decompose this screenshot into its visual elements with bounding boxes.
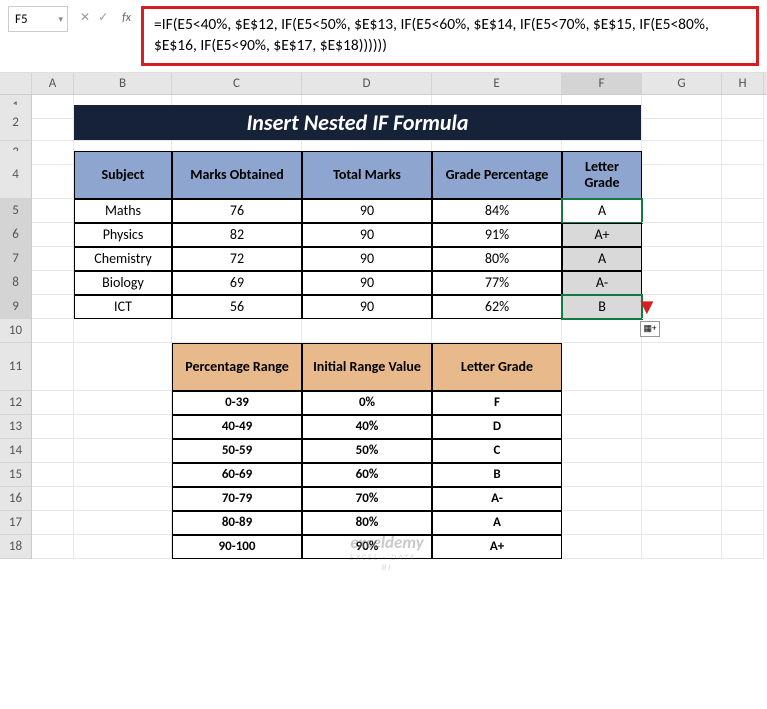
cell-total[interactable]: 90 [302, 295, 432, 319]
lookup-initial[interactable]: 70% [302, 487, 432, 511]
col-header[interactable]: F [562, 73, 642, 94]
lookup-initial[interactable]: 60% [302, 463, 432, 487]
row-header[interactable]: 5 [0, 199, 32, 223]
cancel-formula-icon: ✕ [80, 10, 90, 25]
row-header[interactable]: 2 [0, 105, 32, 141]
cell-letter[interactable]: A+ [562, 223, 642, 247]
row-header[interactable]: 12 [0, 391, 32, 415]
col-header[interactable]: G [642, 73, 722, 94]
lookup-hdr-initial: Initial Range Value [302, 343, 432, 391]
col-header[interactable]: A [32, 73, 74, 94]
lookup-letter[interactable]: C [432, 439, 562, 463]
row-header[interactable]: 14 [0, 439, 32, 463]
cell-letter[interactable]: A- [562, 271, 642, 295]
header-total: Total Marks [302, 151, 432, 199]
lookup-letter[interactable]: B [432, 463, 562, 487]
lookup-initial[interactable]: 80% [302, 511, 432, 535]
col-header[interactable]: H [722, 73, 764, 94]
title-cell: Insert Nested IF Formula [74, 105, 642, 141]
cell-pct[interactable]: 77% [432, 271, 562, 295]
lookup-range[interactable]: 80-89 [172, 511, 302, 535]
cell-total[interactable]: 90 [302, 199, 432, 223]
cell-pct[interactable]: 62% [432, 295, 562, 319]
row-header[interactable]: 13 [0, 415, 32, 439]
col-header[interactable]: E [432, 73, 562, 94]
row-header[interactable]: 15 [0, 463, 32, 487]
autofill-options-button[interactable]: ▦+ [640, 321, 660, 337]
cell-subject[interactable]: Biology [74, 271, 172, 295]
row-header[interactable]: 7 [0, 247, 32, 271]
cell-marks[interactable]: 72 [172, 247, 302, 271]
cell-letter[interactable]: B [562, 295, 642, 319]
header-subject: Subject [74, 151, 172, 199]
select-all-corner[interactable] [0, 73, 32, 94]
formula-bar[interactable]: =IF(E5<40%, $E$12, IF(E5<50%, $E$13, IF(… [141, 6, 759, 66]
lookup-initial[interactable]: 0% [302, 391, 432, 415]
header-letter: Letter Grade [562, 151, 642, 199]
row-header[interactable]: 10 [0, 319, 32, 343]
cell-subject[interactable]: ICT [74, 295, 172, 319]
fx-icon[interactable]: fx [122, 11, 131, 25]
row-header[interactable]: 11 [0, 343, 32, 391]
col-header[interactable]: B [74, 73, 172, 94]
cell-total[interactable]: 90 [302, 223, 432, 247]
col-header[interactable]: D [302, 73, 432, 94]
lookup-letter[interactable]: D [432, 415, 562, 439]
formula-text: =IF(E5<40%, $E$12, IF(E5<50%, $E$13, IF(… [154, 15, 709, 55]
cell-letter[interactable]: A [562, 247, 642, 271]
lookup-range[interactable]: 60-69 [172, 463, 302, 487]
cell-marks[interactable]: 69 [172, 271, 302, 295]
lookup-range[interactable]: 0-39 [172, 391, 302, 415]
name-box[interactable]: F5 ▾ [8, 6, 68, 32]
row-header[interactable]: 8 [0, 271, 32, 295]
cell-marks[interactable]: 56 [172, 295, 302, 319]
spreadsheet-grid[interactable]: A B C D E F G H 1 2 Insert Nested IF For… [0, 73, 767, 559]
lookup-hdr-range: Percentage Range [172, 343, 302, 391]
row-header[interactable]: 4 [0, 151, 32, 199]
cell-subject[interactable]: Maths [74, 199, 172, 223]
column-headers: A B C D E F G H [0, 73, 767, 95]
cell-total[interactable]: 90 [302, 271, 432, 295]
lookup-initial[interactable]: 50% [302, 439, 432, 463]
lookup-range[interactable]: 40-49 [172, 415, 302, 439]
cell-subject[interactable]: Chemistry [74, 247, 172, 271]
lookup-letter[interactable]: A+ [432, 535, 562, 559]
cell-pct[interactable]: 91% [432, 223, 562, 247]
lookup-range[interactable]: 50-59 [172, 439, 302, 463]
lookup-initial[interactable]: 40% [302, 415, 432, 439]
row-header[interactable]: 18 [0, 535, 32, 559]
row-header[interactable]: 6 [0, 223, 32, 247]
cell-marks[interactable]: 76 [172, 199, 302, 223]
lookup-range[interactable]: 90-100 [172, 535, 302, 559]
row-header[interactable]: 16 [0, 487, 32, 511]
col-header[interactable]: C [172, 73, 302, 94]
row-header[interactable]: 17 [0, 511, 32, 535]
lookup-initial[interactable]: 90% exceldemyEXCEL · DATA · BI [302, 535, 432, 559]
cell-total[interactable]: 90 [302, 247, 432, 271]
lookup-letter[interactable]: A [432, 511, 562, 535]
lookup-range[interactable]: 70-79 [172, 487, 302, 511]
cell-marks[interactable]: 82 [172, 223, 302, 247]
active-cell[interactable]: A [562, 199, 642, 223]
row-header[interactable]: 9 [0, 295, 32, 319]
lookup-letter[interactable]: A- [432, 487, 562, 511]
cell-subject[interactable]: Physics [74, 223, 172, 247]
cell-pct[interactable]: 84% [432, 199, 562, 223]
chevron-down-icon[interactable]: ▾ [58, 14, 67, 25]
header-marks: Marks Obtained [172, 151, 302, 199]
accept-formula-icon: ✓ [98, 10, 108, 25]
lookup-letter[interactable]: F [432, 391, 562, 415]
cell-pct[interactable]: 80% [432, 247, 562, 271]
name-box-value: F5 [15, 12, 28, 27]
header-pct: Grade Percentage [432, 151, 562, 199]
lookup-hdr-letter: Letter Grade [432, 343, 562, 391]
